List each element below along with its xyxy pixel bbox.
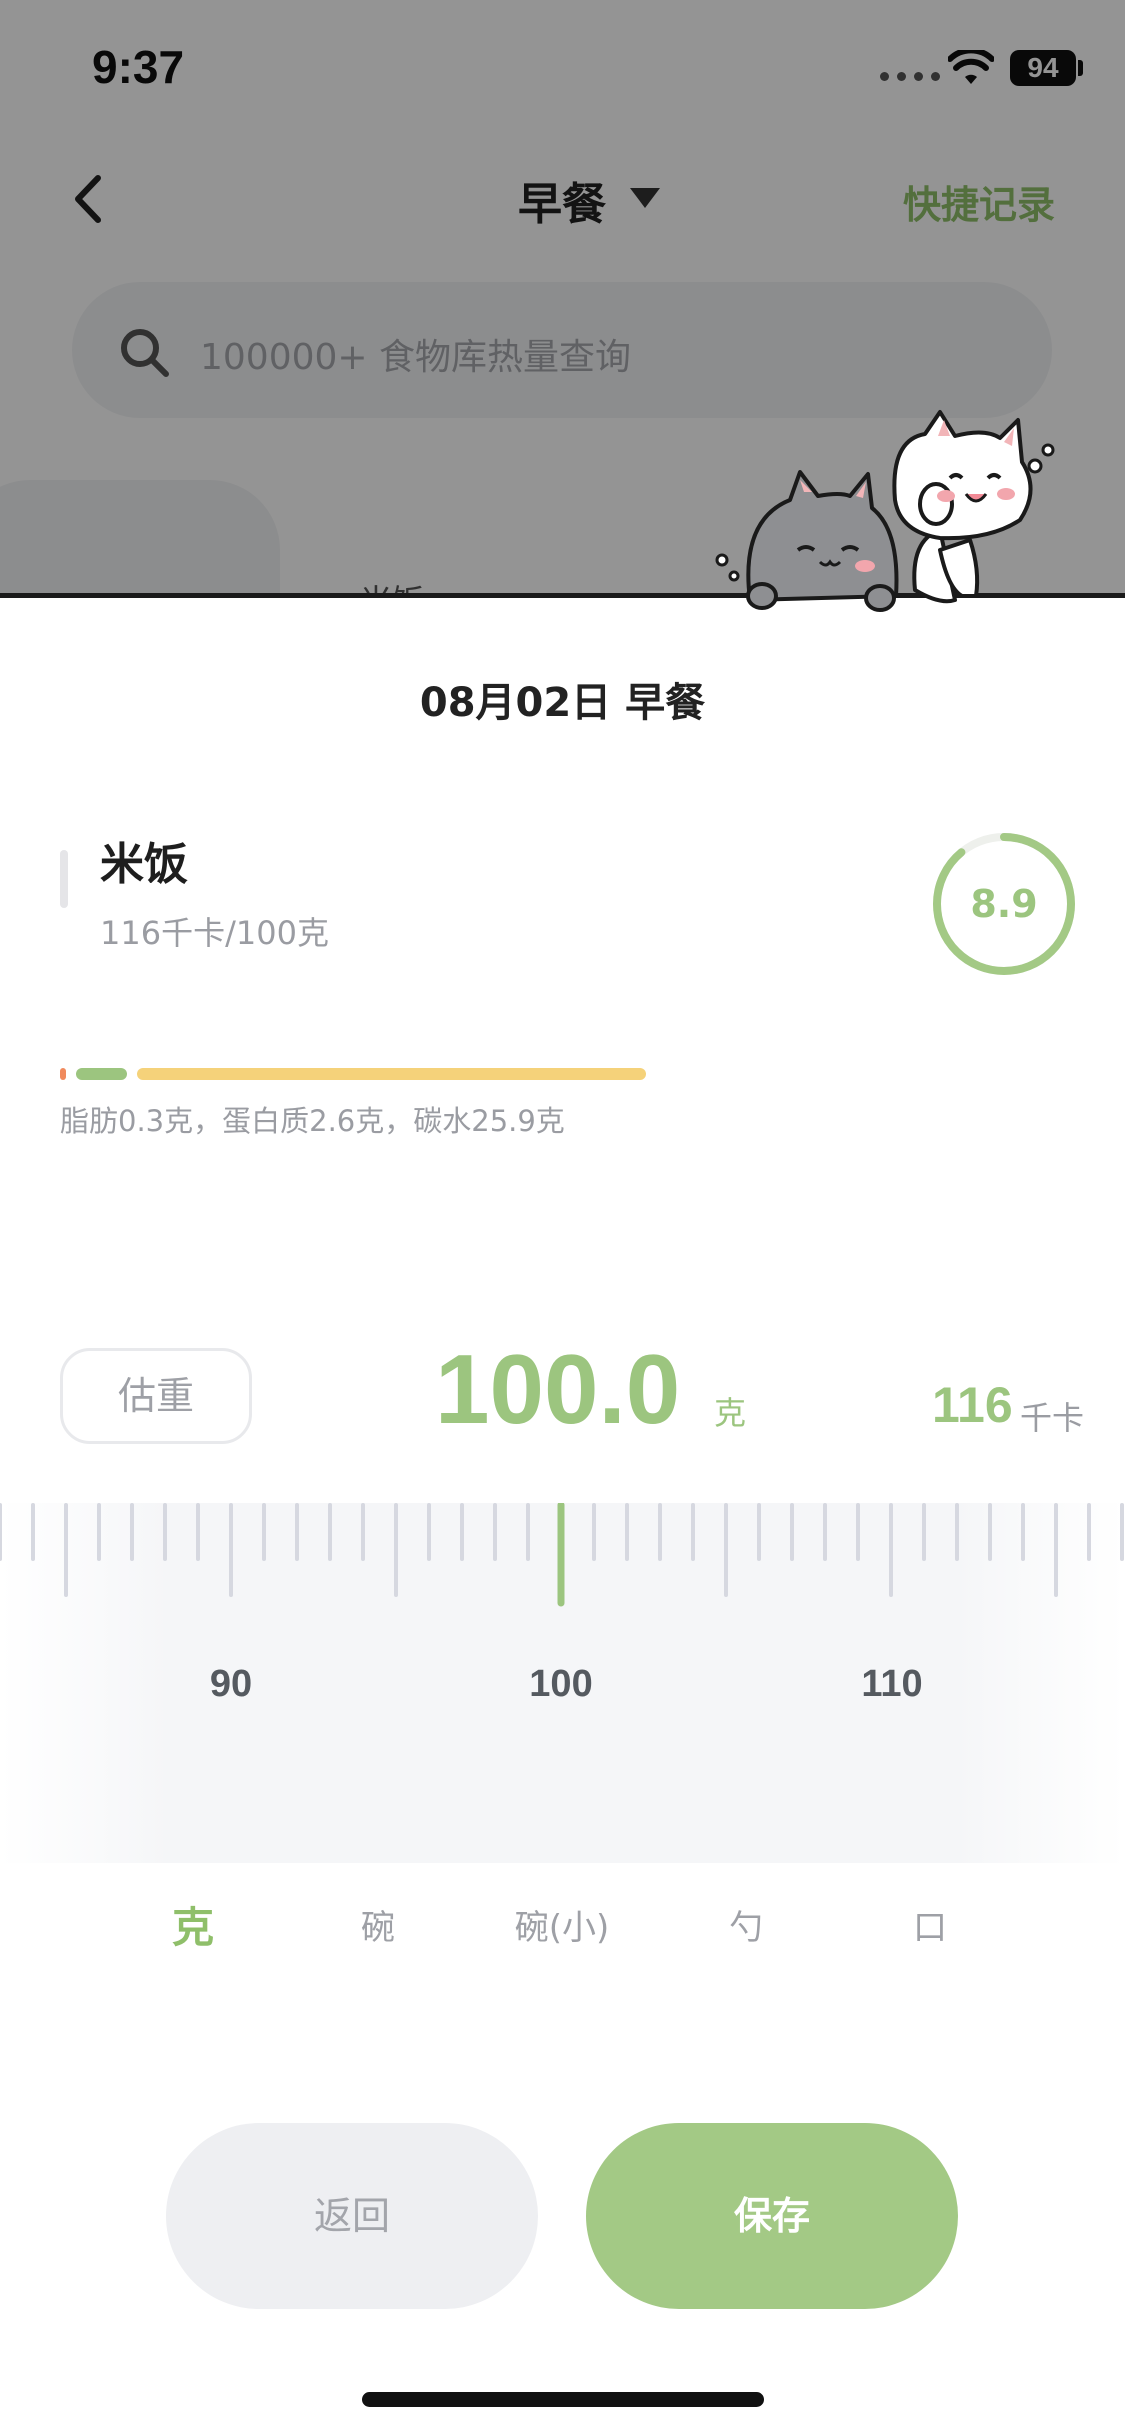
fat-segment <box>60 1068 66 1080</box>
ruler-label-100: 100 <box>529 1663 593 1705</box>
protein-segment <box>76 1068 128 1080</box>
weight-ruler-slider[interactable]: 90 100 110 <box>0 1503 1125 1863</box>
weight-value: 100.0 <box>435 1334 681 1444</box>
back-button[interactable]: 返回 <box>166 2123 538 2309</box>
ruler-label-90: 90 <box>209 1663 253 1705</box>
unit-option-gram[interactable]: 克 <box>103 1898 283 1958</box>
unit-option-small-bowl[interactable]: 碗(小) <box>472 1898 652 1958</box>
unit-option-bite[interactable]: 口 <box>840 1898 1020 1958</box>
sheet-title: 08月02日 早餐 <box>419 680 706 726</box>
food-accent-bar <box>60 850 68 908</box>
ruler-label-110: 110 <box>861 1663 923 1705</box>
unit-option-spoon[interactable]: 勺 <box>656 1898 836 1958</box>
macro-summary: 脂肪0.3克，蛋白质2.6克，碳水25.9克 <box>60 1104 565 1138</box>
ruler-ticks <box>0 1503 1124 1607</box>
save-button[interactable]: 保存 <box>586 2123 958 2309</box>
macro-ratio-bar <box>60 1068 647 1080</box>
food-entry-sheet: 08月02日 早餐 米饭 116千卡/100克 8.9 脂肪0.3克，蛋白质2.… <box>0 593 1125 2436</box>
health-score-value: 8.9 <box>970 882 1038 926</box>
estimate-weight-button[interactable]: 估重 <box>60 1348 252 1444</box>
calorie-unit: 千卡 <box>1020 1399 1085 1437</box>
unit-selector: 克 碗 碗(小) 勺 口 <box>0 1898 1125 1978</box>
unit-option-bowl[interactable]: 碗 <box>288 1898 468 1958</box>
food-name: 米饭 <box>100 839 188 890</box>
cats-illustration <box>715 410 1055 612</box>
home-indicator <box>362 2392 764 2407</box>
calorie-value: 116 <box>932 1377 1013 1433</box>
food-calorie-density: 116千卡/100克 <box>100 914 329 952</box>
carbs-segment <box>137 1068 647 1080</box>
weight-unit: 克 <box>714 1394 747 1432</box>
